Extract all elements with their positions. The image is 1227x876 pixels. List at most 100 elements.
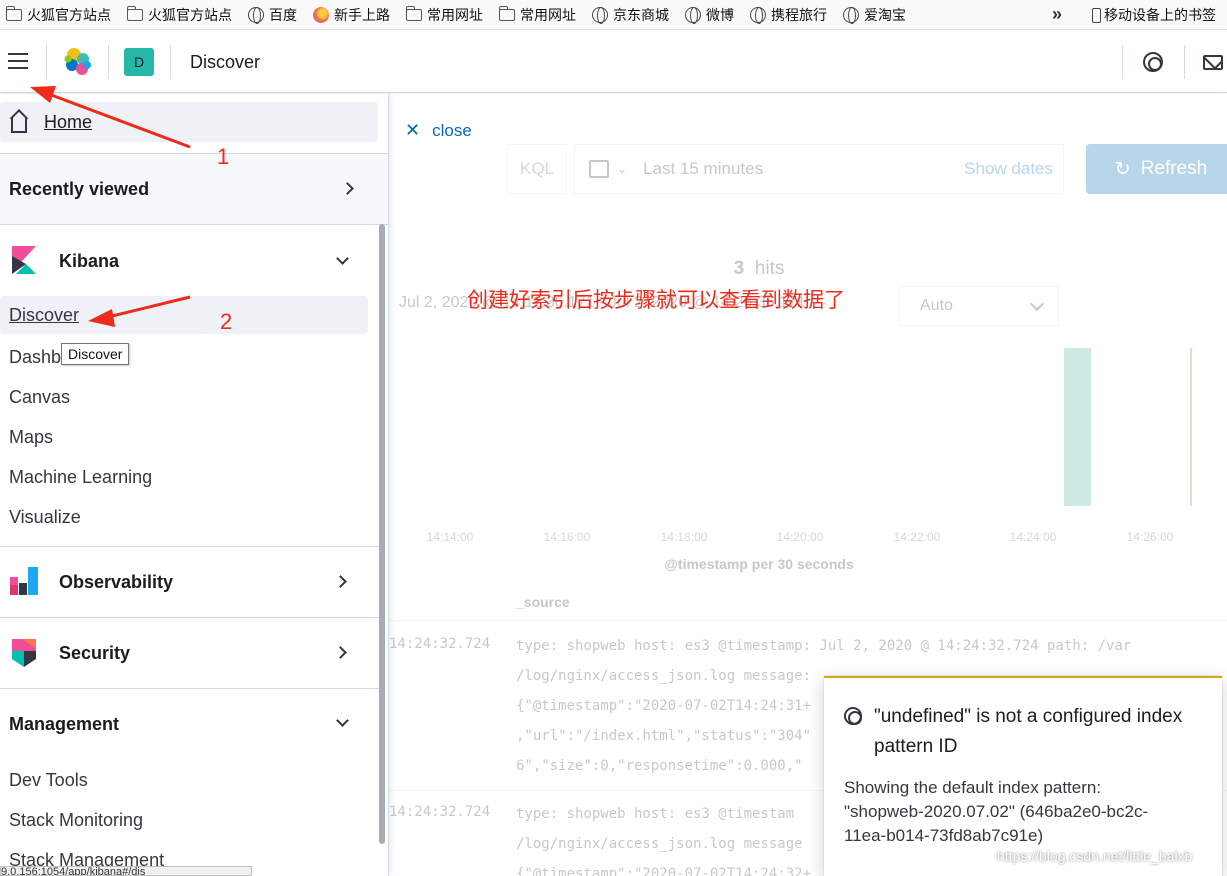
folder-icon (126, 5, 143, 21)
nav-divider (0, 224, 388, 225)
annotation-step-2: 2 (220, 309, 233, 334)
status-url: 9.0.156:1054/app/kibana#/dis (0, 866, 252, 876)
app-header: D Discover (0, 31, 1227, 93)
bookmark-item[interactable]: 百度 (248, 5, 297, 25)
globe-icon (843, 6, 859, 24)
security-logo-icon (12, 639, 36, 667)
chevron-down-icon: ⌄ (617, 162, 628, 176)
row-time: 14:24:32.724 (389, 804, 491, 820)
nav-dashboard[interactable]: Dashb (9, 347, 61, 368)
nav-canvas[interactable]: Canvas (9, 387, 70, 408)
chevron-down-icon[interactable] (336, 714, 349, 727)
globe-icon (248, 6, 264, 24)
management-group-title[interactable]: Management (9, 714, 119, 735)
bookmark-item[interactable]: 火狐官方站点 (5, 5, 111, 25)
x-tick: 14:22:00 (893, 530, 941, 544)
bookmark-item[interactable]: 常用网址 (498, 5, 576, 25)
newsfeed-icon[interactable] (1203, 55, 1223, 70)
date-picker[interactable]: ⌄ Last 15 minutes Show dates (574, 144, 1064, 194)
bookmark-item[interactable]: 常用网址 (405, 5, 483, 25)
nav-visualize[interactable]: Visualize (9, 507, 81, 528)
breadcrumb-title: Discover (190, 52, 261, 72)
x-tick: 14:24:00 (1009, 530, 1057, 544)
mobile-bookmarks[interactable]: 移动设备上的书签 (1092, 0, 1216, 29)
show-dates-button[interactable]: Show dates (964, 159, 1053, 179)
close-nav-button[interactable]: ✕ close (405, 120, 472, 141)
observability-group-title[interactable]: Observability (59, 572, 173, 593)
x-tick: 14:16:00 (543, 530, 591, 544)
bookmark-item[interactable]: 火狐官方站点 (126, 5, 232, 25)
hits-count: 3 hits (733, 258, 785, 279)
histogram-bar[interactable] (1064, 348, 1091, 506)
kql-toggle-button[interactable]: KQL (507, 144, 567, 194)
query-bar: KQL ⌄ Last 15 minutes Show dates ↻ Refre… (389, 144, 1227, 196)
toast-body: Showing the default index pattern: "shop… (844, 778, 1149, 845)
space-avatar[interactable]: D (124, 48, 154, 76)
nav-maps[interactable]: Maps (9, 427, 53, 448)
nav-stack-monitoring[interactable]: Stack Monitoring (9, 810, 143, 831)
refresh-icon: ↻ (1114, 158, 1131, 180)
annotation-text: 创建好索引后按步骤就可以查看到数据了 (467, 289, 845, 312)
globe-icon (685, 6, 701, 24)
side-nav: Home Recently viewed Kibana Discover Das… (0, 94, 389, 876)
kibana-logo-icon (12, 246, 36, 274)
annotation-step-1: 1 (217, 144, 230, 169)
header-divider (1184, 45, 1185, 79)
warning-toast[interactable]: "undefined" is not a configured index pa… (824, 676, 1222, 876)
help-icon[interactable] (1143, 52, 1163, 72)
x-tick: 14:26:00 (1126, 530, 1174, 544)
source-column-header: _source (516, 594, 570, 610)
bookmark-item[interactable]: 新手上路 (313, 5, 390, 25)
observability-logo-icon (10, 567, 38, 595)
folder-icon (5, 5, 22, 21)
bookmark-item[interactable]: 携程旅行 (750, 5, 827, 25)
nav-home[interactable]: Home (0, 102, 378, 142)
firefox-icon (313, 6, 329, 23)
calendar-icon (589, 160, 609, 178)
menu-toggle-button[interactable] (8, 53, 28, 69)
table-divider (389, 620, 1227, 621)
header-divider (170, 45, 171, 79)
security-group-title[interactable]: Security (59, 643, 130, 664)
x-axis-title: @timestamp per 30 seconds (664, 556, 854, 572)
row-source: type: shopweb host: es3 @timestam /log/n… (516, 806, 812, 876)
bookmark-item[interactable]: 爱淘宝 (843, 5, 906, 25)
bookmarks-bar: 火狐官方站点 火狐官方站点 百度 新手上路 常用网址 常用网址 京东商城 微博 … (0, 0, 1227, 30)
watermark: https://blog.csdn.net/little_baixb (997, 848, 1193, 864)
header-divider (108, 45, 109, 79)
now-marker (1190, 348, 1192, 506)
x-tick: 14:20:00 (776, 530, 824, 544)
bookmark-item[interactable]: 京东商城 (592, 5, 669, 25)
recently-viewed-title: Recently viewed (9, 179, 150, 199)
close-icon: ✕ (405, 120, 421, 140)
nav-divider (0, 546, 379, 547)
refresh-button[interactable]: ↻ Refresh (1086, 144, 1227, 194)
nav-discover[interactable]: Discover (0, 296, 368, 334)
nav-machine-learning[interactable]: Machine Learning (9, 467, 152, 488)
kibana-group-title[interactable]: Kibana (59, 251, 119, 272)
globe-icon (750, 6, 766, 24)
tooltip: Discover (61, 343, 130, 365)
bookmarks-overflow-icon[interactable]: » (1052, 4, 1062, 25)
header-divider (1122, 45, 1123, 79)
elastic-logo-icon[interactable] (62, 46, 94, 78)
chevron-down-icon[interactable] (336, 252, 349, 265)
x-tick: 14:14:00 (426, 530, 474, 544)
phone-icon (1092, 7, 1101, 23)
home-label: Home (44, 111, 93, 132)
globe-icon (592, 6, 608, 24)
nav-scrollbar[interactable] (379, 224, 385, 844)
chevron-right-icon[interactable] (334, 575, 347, 588)
bookmark-item[interactable]: 微博 (685, 5, 734, 25)
chevron-right-icon (341, 182, 354, 195)
toast-title: "undefined" is not a configured index pa… (874, 706, 1183, 757)
header-divider (46, 45, 47, 79)
folder-icon (498, 5, 515, 21)
nav-dev-tools[interactable]: Dev Tools (9, 770, 88, 791)
folder-icon (405, 5, 422, 21)
recently-viewed-group[interactable]: Recently viewed (0, 154, 388, 224)
interval-select[interactable]: Auto (899, 286, 1059, 326)
chevron-right-icon[interactable] (334, 646, 347, 659)
nav-divider (0, 688, 379, 689)
home-icon (11, 117, 27, 133)
